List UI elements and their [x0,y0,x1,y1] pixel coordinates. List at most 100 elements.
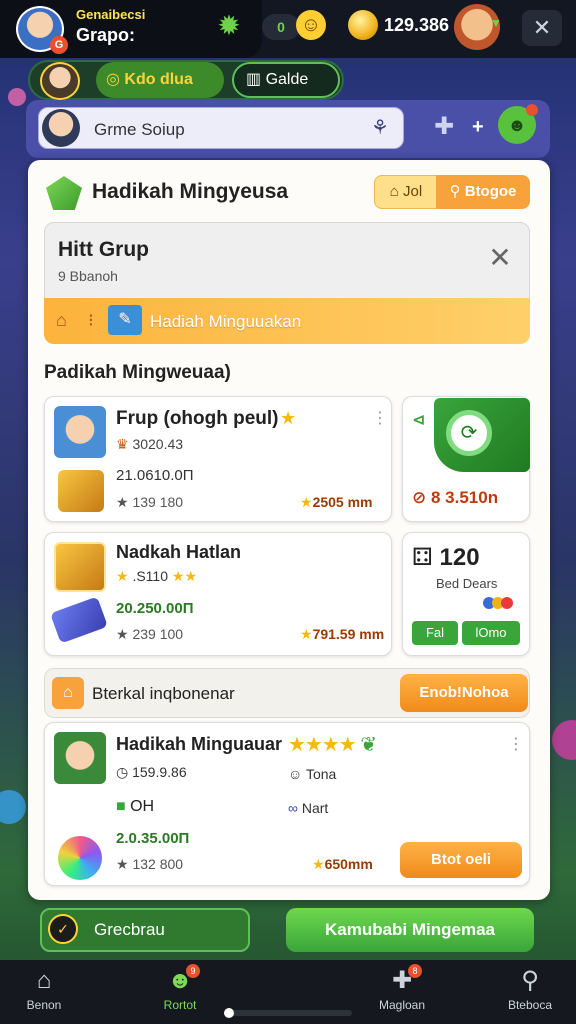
nav-item-bteboca[interactable]: ⚲ Bteboca [480,964,576,1020]
card-meta: ★ .S110 ★★ [116,568,197,585]
page-indicator-dot [224,1008,234,1018]
card-meta-value: 159.9.86 [132,764,187,780]
chevron-down-icon[interactable]: ▼ [490,16,502,30]
fal-button[interactable]: Fal [412,621,458,645]
chart-icon: ▥ [246,71,266,88]
card-points: ★791.59 mm [300,626,384,643]
count-value: ⚃ 120 [412,543,480,572]
section-title: Padikah Mingweuaa) [44,362,231,383]
card-stat-value: 139 180 [132,494,184,510]
user-avatar[interactable]: G [16,6,68,54]
nav-item-rortot[interactable]: ☻ 9 Rortot [130,964,230,1020]
count-number: 120 [439,544,480,571]
side-card-value: ⊘ 8 3.510n [412,488,498,508]
nav-label: Magloan [378,998,426,1012]
card-points-value: 2505 mm [312,494,373,510]
house-icon: ⌂ [56,310,67,330]
orb-icon [58,836,102,880]
group-title: Hitt Grup [58,238,149,261]
coin-icon: ⊘ [412,488,431,507]
decor-bubble-left [0,790,26,824]
monster-icon: ☻ [167,967,193,994]
dice-icon: ⚃ [412,544,440,571]
search-placeholder[interactable]: Grme Soiup [94,120,185,140]
coin-balance: 129.386 [384,15,450,35]
puzzle-icon[interactable]: ✚ [434,112,454,141]
section-action-button[interactable]: Enob!Nohoa [400,674,528,712]
flag-tip-icon: ⊲ [412,412,426,429]
reward-disc-icon: ⟳ [446,410,492,456]
emoji-icon[interactable]: ☺ [296,10,326,40]
search-icon: ⚲ [521,967,539,994]
tab-label: Kdo dlua [124,71,193,88]
card-title: Hadikah Minguauar [116,734,283,754]
chest-icon [54,542,106,592]
join-button[interactable]: ⌂ Jol [374,175,438,209]
dot [501,597,513,609]
group-search-icon[interactable]: ⚘ [366,114,394,142]
face-icon: ☺ [288,766,306,782]
card-stat: ★ 132 800 [116,856,184,872]
star-icon: ★ [312,856,325,872]
search-input[interactable] [38,107,404,149]
card-value: 20.250.00П [116,600,194,617]
more-icon[interactable]: ⋮ [372,408,388,428]
group-subtitle: 9 Bbanoh [58,268,118,284]
card-stat: ★ 239 100 [116,626,184,642]
close-icon[interactable]: ✕ [486,244,514,272]
nav-label: Bteboca [507,998,553,1012]
lomo-button[interactable]: lOmo [462,621,520,645]
panel-title: Hadikah Mingyeusa [92,180,289,203]
decor-bubble-right [552,720,576,760]
monster-icon[interactable]: ☻ [498,104,538,144]
stars-icon: ★★ [168,568,197,584]
coin-icon [348,10,378,40]
card-action-button[interactable]: Btot oeli [400,842,522,878]
join-label: Jol [403,183,423,200]
primary-action-button[interactable]: Kamubabi Mingemaa [286,908,534,952]
card-value: 2.0.35.00П [116,830,190,847]
card-meta-value: .S110 [132,568,168,584]
card-stat-value: 239 100 [132,626,184,642]
nav-item-home[interactable]: ⌂ Benon [0,964,94,1020]
banner-text: Hadiah Minguuakan [150,312,302,331]
dots-icon: ⁝ [88,310,94,330]
section-header-title: Bterkal inqbonenar [92,684,235,703]
card-stat: ★ 139 180 [116,494,184,510]
profile-subtitle: Genaibecsi [76,7,146,22]
nav-badge: 9 [186,964,200,978]
puzzle-icon: ✚ [391,967,413,994]
tab-label: Galde [265,71,309,88]
card-points-value: 650mm [324,856,373,872]
nav-label: Benon [26,998,62,1012]
coin-icon: ◎ [106,71,125,88]
close-icon[interactable]: ✕ [522,10,562,46]
plus-icon[interactable]: + [472,116,484,139]
star-rating: ★★★★ [288,734,357,756]
more-icon[interactable]: ⋮ [508,734,524,754]
check-icon: ✓ [48,914,78,944]
card-meta-2: ☺ Tona [288,766,336,782]
color-dots [483,596,516,609]
gear-icon[interactable]: ✹ [213,10,245,42]
location-button[interactable]: ⚲ Btogoe [436,175,530,209]
profile-name: Grapo: [76,25,136,45]
star-icon: ★ [300,494,313,510]
card-title: Frup (ohogh peul) [116,408,279,429]
card-stat-value: 132 800 [132,856,184,872]
medal-icon: ♛ [116,436,133,452]
card-meta-4-value: Nart [301,800,329,816]
card-meta-3-value: OH [130,798,155,815]
star-icon: ★ [280,408,297,428]
tab-kdo-dlua[interactable]: ◎ Kdo dlua [96,62,224,98]
tab-avatar[interactable] [40,62,80,100]
value-amount: 3.510n [445,488,499,507]
card-meta-value: 3020.43 [132,436,184,452]
status-pill: 0 [262,14,300,40]
nav-item-magloan[interactable]: ✚ 8 Magloan [352,964,452,1020]
card-title: Nadkah Hatlan [116,542,242,562]
card-meta-3: ■ OH [116,798,154,816]
tab-galde[interactable]: ▥ Galde [232,62,340,98]
people-icon: ∞ [288,800,302,816]
sofa-icon: ⌂ [52,677,84,709]
